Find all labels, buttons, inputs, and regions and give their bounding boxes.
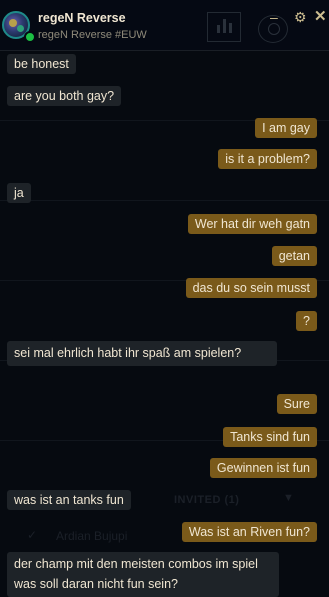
outgoing-message: Was ist an Riven fun? (181, 522, 317, 542)
chart-icon (217, 25, 220, 33)
outgoing-message: getan (271, 246, 317, 266)
incoming-message: are you both gay? (7, 86, 122, 106)
outgoing-message: Gewinnen ist fun (209, 458, 317, 478)
outgoing-message: Tanks sind fun (223, 427, 317, 447)
ranked-stats-button[interactable] (207, 12, 241, 42)
gear-icon[interactable]: ⚙ (294, 10, 308, 24)
contact-riot-id: regeN Reverse #EUW (38, 29, 147, 41)
chat-header: regeN Reverse regeN Reverse #EUW – ⚙ ✕ (0, 0, 329, 51)
chart-icon (229, 23, 232, 33)
avatar-art (9, 19, 17, 27)
outgoing-message: das du so sein musst (185, 278, 317, 298)
outgoing-message: ? (296, 311, 317, 331)
avatar-art (17, 25, 24, 32)
outgoing-message: I am gay (255, 118, 317, 138)
friend-name: Ardian Bujupi (56, 529, 128, 543)
contact-name: regeN Reverse (38, 11, 126, 25)
background-divider (0, 200, 329, 201)
check-icon: ✓ (27, 528, 38, 542)
incoming-message: was ist an tanks fun (7, 490, 131, 510)
chevron-down-icon: ▼ (283, 492, 294, 504)
invited-section-label: INVITED (1) (174, 494, 240, 506)
minimize-icon[interactable]: – (270, 10, 282, 24)
incoming-message: be honest (7, 54, 76, 74)
outgoing-message: is it a problem? (218, 149, 317, 169)
outgoing-message: Wer hat dir weh gatn (187, 214, 317, 234)
online-status-indicator (24, 31, 36, 43)
incoming-message: der champ mit den meisten combos im spie… (7, 552, 279, 597)
incoming-message: ja (7, 183, 31, 203)
chart-icon (223, 19, 226, 33)
outgoing-message: Sure (276, 394, 317, 414)
incoming-message: sei mal ehrlich habt ihr spaß am spielen… (7, 341, 277, 366)
close-icon[interactable]: ✕ (314, 9, 328, 24)
